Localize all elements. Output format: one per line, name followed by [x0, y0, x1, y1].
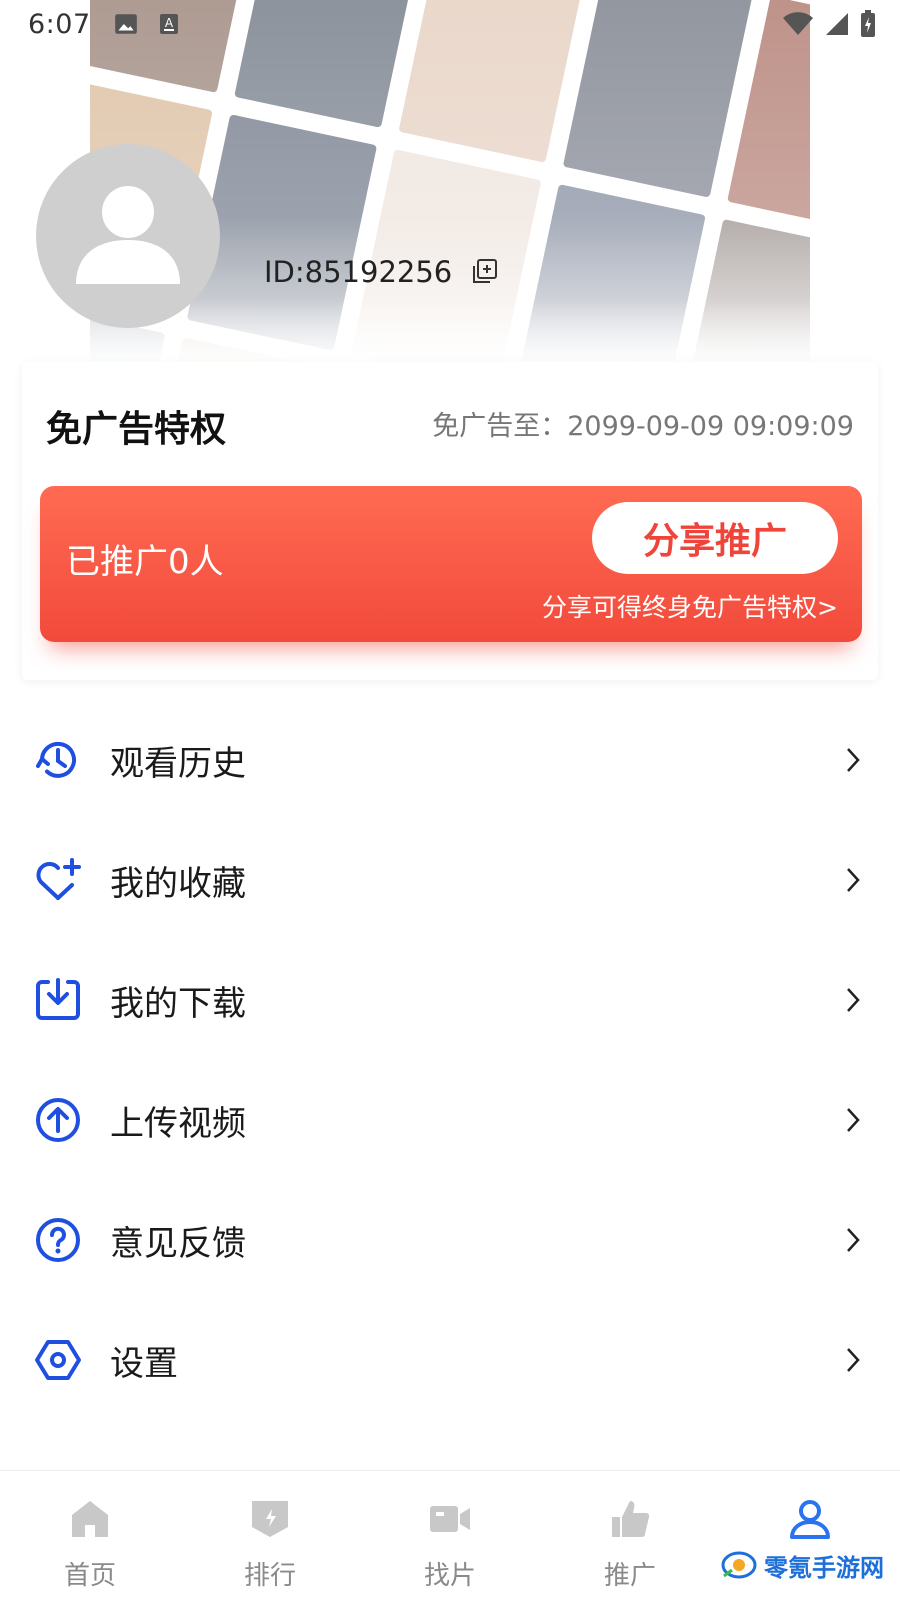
site-watermark: 零氪手游网: [720, 1546, 884, 1584]
chevron-right-icon: [847, 988, 860, 1012]
gallery-notification-icon: [114, 14, 137, 34]
menu-item-feedback[interactable]: 意见反馈: [0, 1180, 900, 1300]
user-id: ID:85192256: [264, 255, 453, 289]
menu-item-downloads[interactable]: 我的下载: [0, 940, 900, 1060]
nav-label: 推广: [603, 1561, 656, 1591]
menu-item-upload[interactable]: 上传视频: [0, 1060, 900, 1180]
menu-label: 观看历史: [110, 743, 246, 784]
nav-tab-ranking[interactable]: 排行: [180, 1471, 360, 1600]
nav-tab-find-video[interactable]: 找片: [360, 1471, 540, 1600]
nav-label: 排行: [243, 1561, 296, 1591]
settings-hexagon-icon: [35, 1340, 81, 1380]
chevron-right-icon: [847, 1348, 860, 1372]
home-icon: [72, 1501, 108, 1537]
chevron-right-icon: [847, 748, 860, 772]
ad-free-title: 免广告特权: [46, 409, 227, 450]
nav-label: 找片: [423, 1561, 476, 1591]
status-bar: 6:07 A: [0, 0, 900, 48]
feedback-question-icon: [36, 1218, 80, 1262]
menu-item-favorites[interactable]: 我的收藏: [0, 820, 900, 940]
menu-item-history[interactable]: 观看历史: [0, 700, 900, 820]
chevron-right-icon: [847, 1228, 860, 1252]
favorite-heart-icon: [36, 858, 81, 900]
chevron-right-icon: [847, 868, 860, 892]
menu-label: 意见反馈: [110, 1223, 246, 1264]
battery-icon: [861, 10, 875, 37]
default-user-icon: [76, 186, 180, 284]
menu-item-settings[interactable]: 设置: [0, 1300, 900, 1420]
watermark-logo-icon: [721, 1551, 757, 1579]
nav-label: 首页: [63, 1561, 116, 1591]
video-camera-icon: [430, 1506, 470, 1532]
promotion-count: 已推广0人: [66, 542, 224, 582]
menu-list: 观看历史 我的收藏 我的下载 上传视频 意见反馈 设置: [0, 700, 900, 1420]
wifi-icon: [783, 12, 813, 35]
ad-free-card: 免广告特权 免广告至：2099-09-09 09:09:09 已推广0人 分享推…: [22, 362, 878, 680]
copy-icon[interactable]: [470, 258, 498, 286]
thumbs-up-icon: [612, 1501, 650, 1537]
watermark-text: 零氪手游网: [764, 1553, 884, 1582]
menu-label: 设置: [110, 1343, 178, 1384]
menu-label: 上传视频: [110, 1103, 246, 1144]
nav-tab-home[interactable]: 首页: [0, 1471, 180, 1600]
nav-tab-promote[interactable]: 推广: [540, 1471, 720, 1600]
avatar[interactable]: [36, 144, 220, 328]
svg-text:A: A: [165, 16, 174, 30]
status-time: 6:07: [28, 8, 91, 40]
history-icon: [36, 741, 76, 778]
text-notification-icon: A: [159, 14, 178, 34]
ad-free-expiry: 免广告至：2099-09-09 09:09:09: [432, 411, 854, 442]
share-promote-button[interactable]: 分享推广: [592, 502, 838, 574]
menu-label: 我的收藏: [110, 863, 246, 904]
menu-label: 我的下载: [110, 983, 246, 1024]
user-icon: [790, 1500, 830, 1539]
promotion-banner: 已推广0人 分享推广 分享可得终身免广告特权>: [40, 486, 862, 642]
chevron-right-icon: [847, 1108, 860, 1132]
promotion-hint-link[interactable]: 分享可得终身免广告特权>: [542, 588, 838, 624]
upload-icon: [36, 1098, 80, 1142]
signal-icon: [826, 13, 848, 35]
download-icon: [36, 978, 80, 1020]
ranking-icon: [252, 1501, 288, 1537]
